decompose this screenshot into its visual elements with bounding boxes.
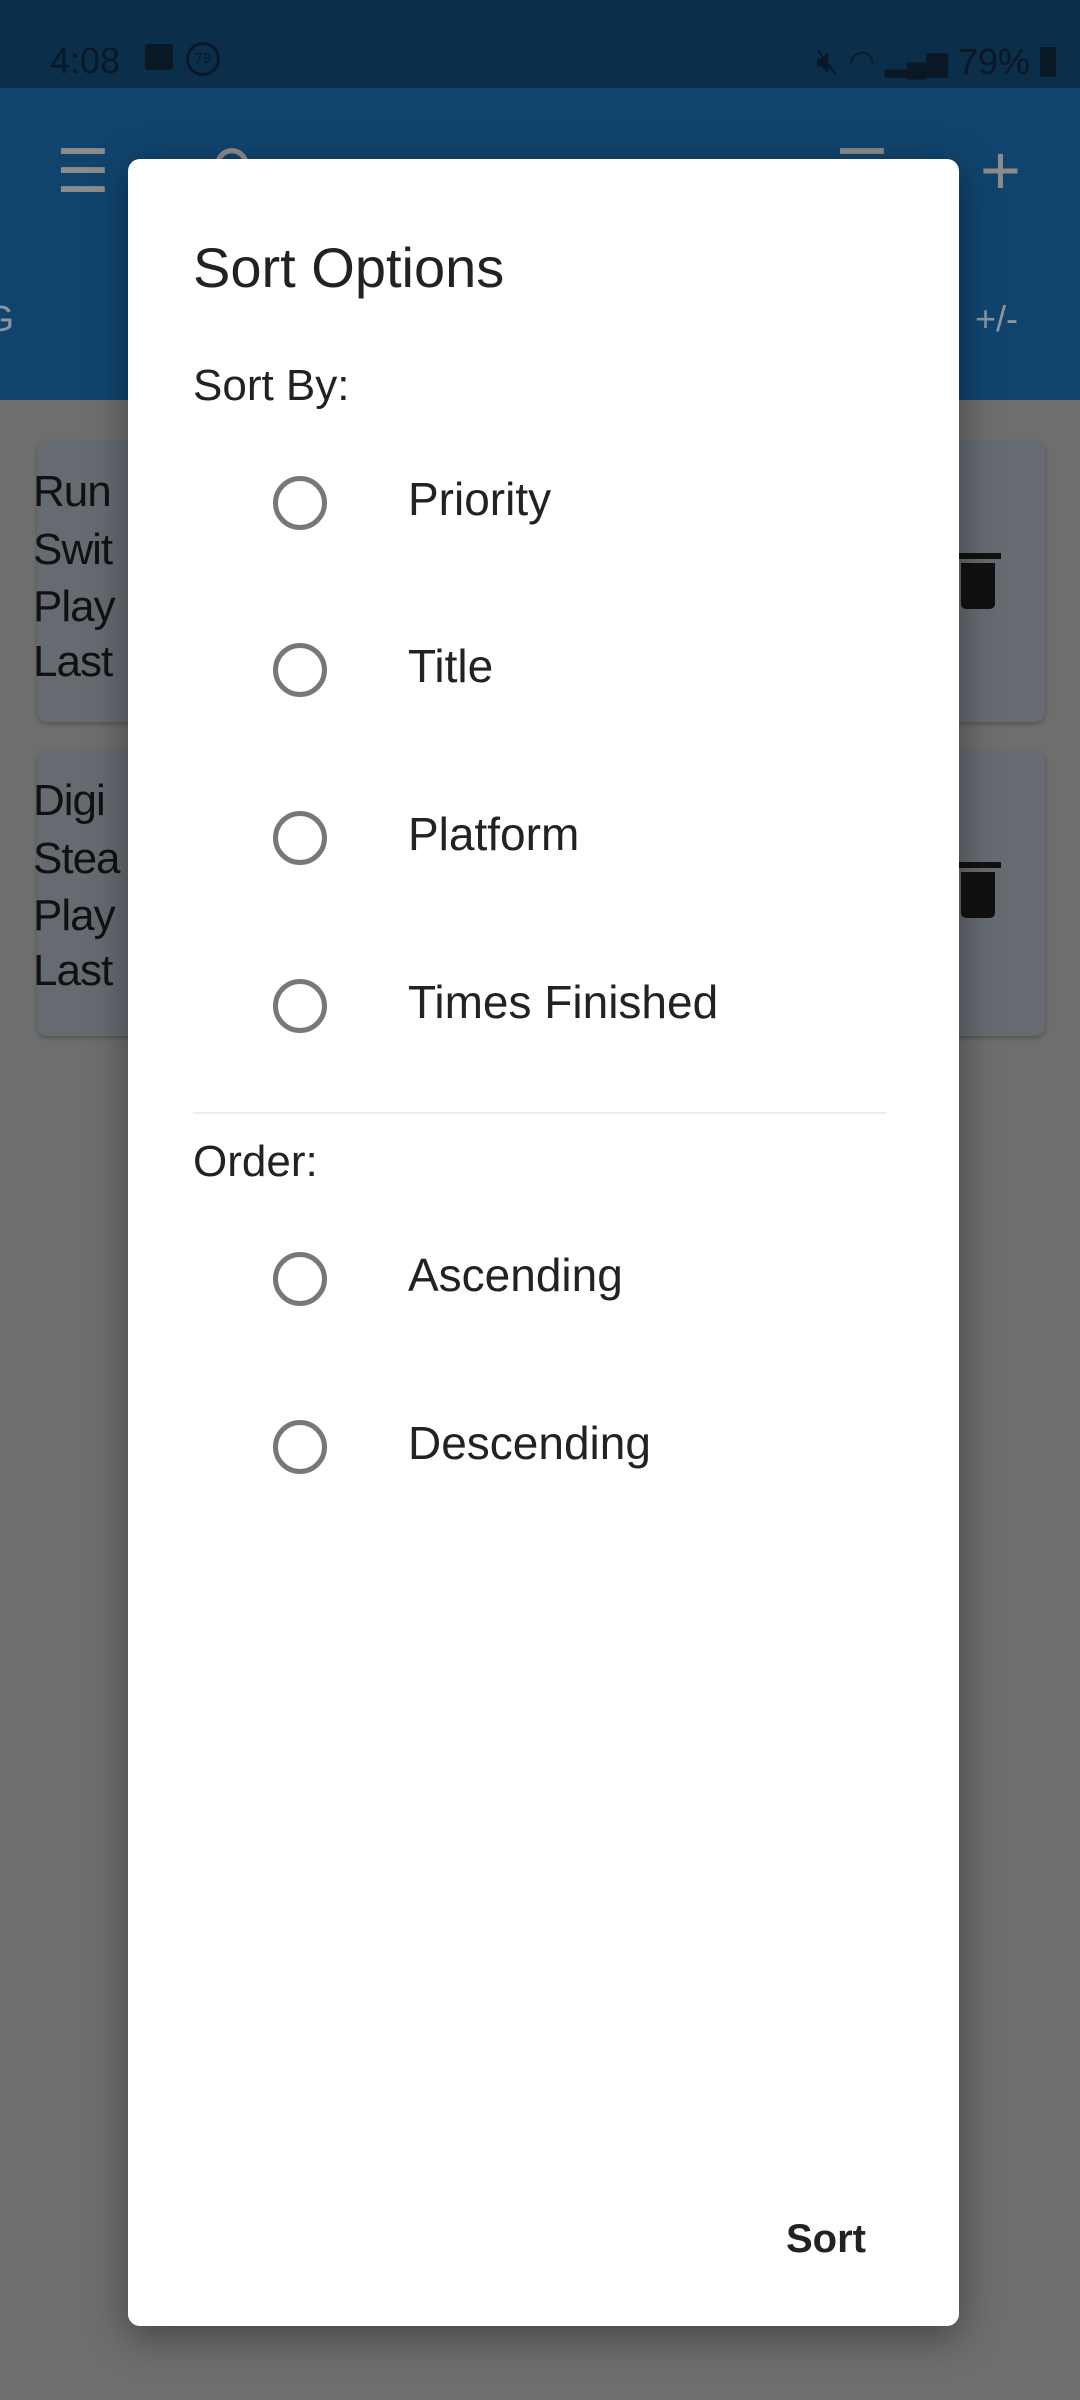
divider bbox=[193, 1112, 886, 1114]
card-platform: Stea bbox=[33, 834, 121, 883]
radio-button[interactable] bbox=[273, 811, 327, 865]
option-label: Ascending bbox=[408, 1249, 623, 1301]
wifi-icon: ◠ bbox=[848, 45, 876, 78]
status-time: 4:08 bbox=[50, 40, 121, 81]
image-notification-icon bbox=[145, 44, 173, 70]
card-title: Digi bbox=[33, 776, 106, 825]
card-platform: Swit bbox=[33, 525, 113, 574]
radio-button[interactable] bbox=[273, 1420, 327, 1474]
tab-plus-minus[interactable]: +/- bbox=[975, 298, 1018, 340]
option-label: Platform bbox=[408, 808, 580, 860]
sort-option-times-finished[interactable]: Times Finished bbox=[128, 935, 959, 1075]
card-last: Last bbox=[33, 637, 113, 686]
status-bar: 4:08 79 🔇︎ ◠ ▂▄▆ 79% bbox=[0, 0, 1080, 88]
tab-g[interactable]: G bbox=[0, 298, 14, 340]
delete-icon[interactable] bbox=[955, 553, 1001, 609]
sort-option-priority[interactable]: Priority bbox=[128, 432, 959, 572]
sort-option-platform[interactable]: Platform bbox=[128, 767, 959, 907]
radio-button[interactable] bbox=[273, 476, 327, 530]
battery-icon bbox=[1040, 46, 1056, 77]
sort-button[interactable]: Sort bbox=[741, 2199, 911, 2279]
radio-button[interactable] bbox=[273, 643, 327, 697]
radio-button[interactable] bbox=[273, 1252, 327, 1306]
option-label: Descending bbox=[408, 1417, 651, 1469]
card-played: Play bbox=[33, 891, 116, 940]
order-option-ascending[interactable]: Ascending bbox=[128, 1208, 959, 1348]
mute-icon: 🔇︎ bbox=[816, 40, 839, 81]
option-label: Times Finished bbox=[408, 976, 719, 1028]
order-label: Order: bbox=[193, 1137, 318, 1186]
sort-options-dialog: Sort Options Sort By: Priority Title Pla… bbox=[128, 159, 959, 2326]
sort-option-title[interactable]: Title bbox=[128, 599, 959, 739]
menu-icon[interactable]: ☰ bbox=[56, 142, 110, 202]
option-label: Priority bbox=[408, 473, 552, 525]
card-last: Last bbox=[33, 946, 113, 995]
delete-icon[interactable] bbox=[955, 862, 1001, 918]
radio-button[interactable] bbox=[273, 979, 327, 1033]
battery-level: 79% bbox=[957, 40, 1030, 82]
sort-by-label: Sort By: bbox=[193, 361, 350, 410]
card-title: Run bbox=[33, 467, 112, 516]
signal-icon: ▂▄▆ bbox=[885, 46, 948, 77]
card-played: Play bbox=[33, 582, 116, 631]
order-option-descending[interactable]: Descending bbox=[128, 1376, 959, 1516]
dialog-title: Sort Options bbox=[193, 236, 505, 299]
option-label: Title bbox=[408, 640, 494, 692]
plus-icon[interactable]: + bbox=[980, 135, 1021, 205]
notification-badge: 79 bbox=[186, 42, 220, 76]
